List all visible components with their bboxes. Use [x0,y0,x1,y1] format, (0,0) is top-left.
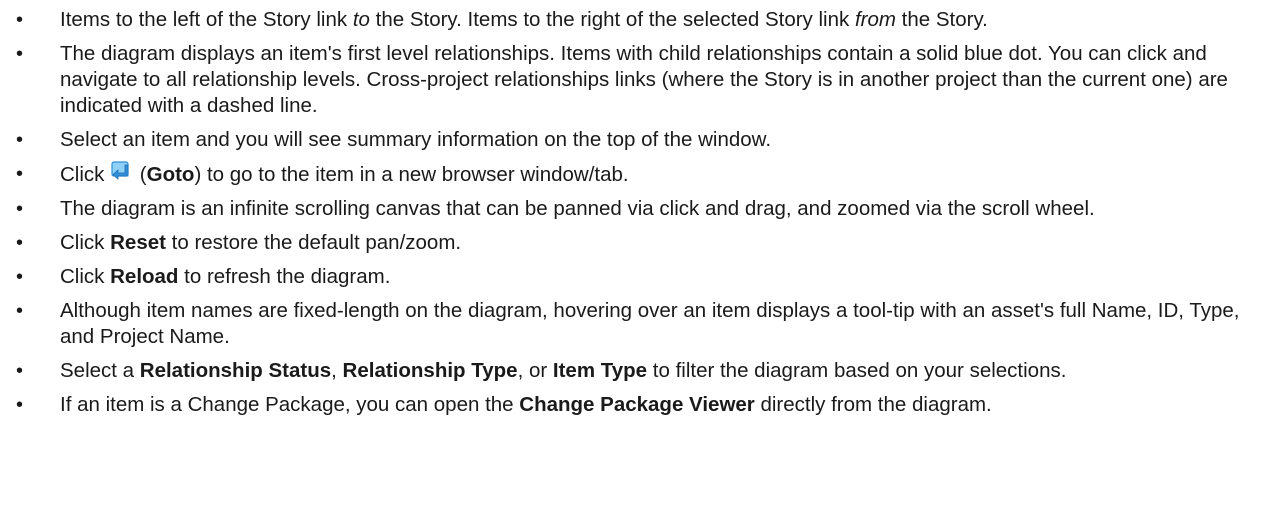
bullet-dot: • [16,163,24,185]
help-document: • Items to the left of the Story link to … [0,0,1285,523]
list-item: • Items to the left of the Story link to … [16,8,988,31]
bullet-dot: • [16,360,24,382]
bullet-dot: • [16,266,24,288]
bullet-dot: • [16,129,24,151]
bullet-dot: • [16,232,24,254]
goto-arrow-icon [110,161,132,183]
bullet-list: • Items to the left of the Story link to … [0,7,1285,418]
list-item: • Click Reload to refresh the diagram. [16,265,391,288]
list-item: • If an item is a Change Package, you can… [16,393,992,416]
bullet-dot: • [16,9,24,31]
list-item: • Select an item and you will see summary… [16,128,772,151]
list-item: • The diagram displays an item's first le… [16,42,1228,117]
list-item: • Although item names are fixed-length on… [16,299,1240,348]
list-item: • Select a Relationship Status, Relations… [16,359,1067,382]
list-item: • Click Reset to restore the default pan/… [16,231,462,254]
bullet-dot: • [16,394,24,416]
list-item: • The diagram is an infinite scrolling ca… [16,197,1095,220]
bullet-dot: • [16,198,24,220]
list-item: • Click (Goto) to go to the item in a new… [16,161,629,186]
bullet-dot: • [16,43,24,65]
bullet-dot: • [16,300,24,322]
